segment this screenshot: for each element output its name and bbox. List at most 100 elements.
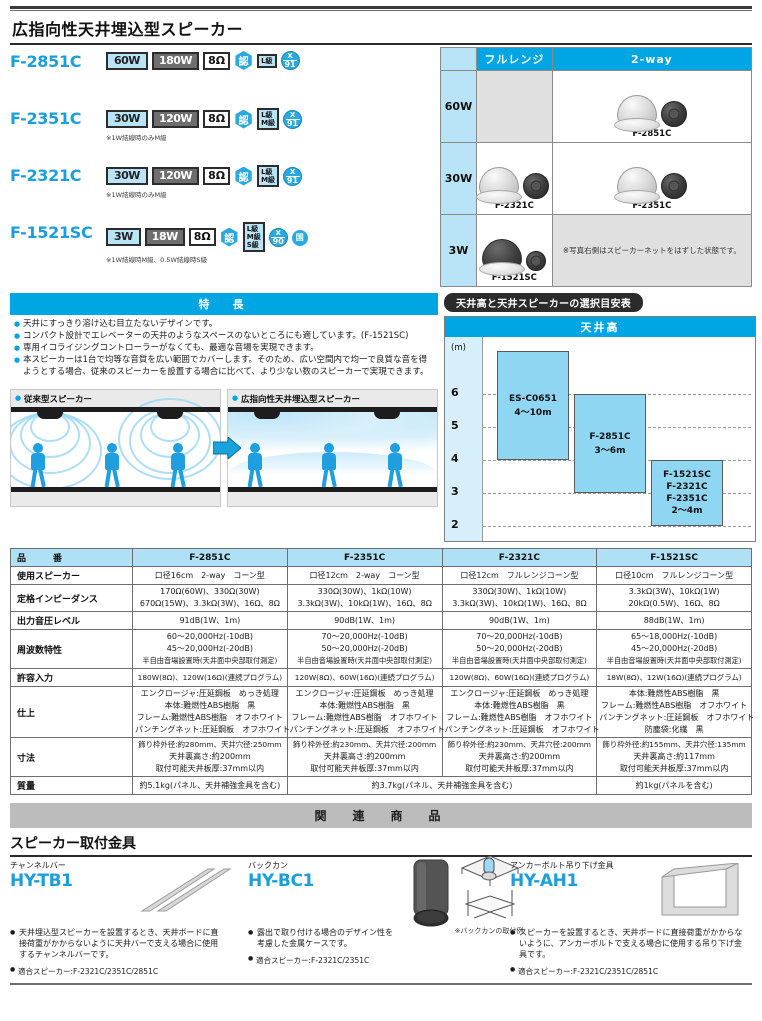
rank-badge: L級 <box>257 53 277 68</box>
model-list: F-2851C 60W 180W 8Ω 認 L級 X 91 F-2351C 30… <box>10 47 434 287</box>
chart-ytick: 5 <box>451 419 459 432</box>
rank-label: M級 <box>246 233 261 241</box>
matrix-model-name: F-2851C <box>632 129 672 139</box>
rank-label: L級 <box>261 56 273 65</box>
speaker-front-icon <box>616 95 657 129</box>
accessory-item: アンカーボルト吊り下げ金具 HY-AH1 スピーカーを設置するとき、天井ボードに… <box>510 860 752 977</box>
person-icon <box>246 442 264 487</box>
impedance-badge: 8Ω <box>203 167 231 185</box>
rated-power-badge: 30W <box>106 167 148 185</box>
matrix-row: 30W F-2321C F-2351C <box>440 142 753 215</box>
x-rating-icon: X 91 <box>280 51 300 70</box>
matrix-row: 3W F-1521SC ※写真右側はスピーカーネットをはずした状態です。 <box>440 214 753 287</box>
spec-cell: 約1kg(パネルを含む) <box>596 776 752 795</box>
accessory-fit: 適合スピーカー:F-2321C/2351C/2851C <box>510 966 752 977</box>
x-rating-top: X <box>289 110 296 119</box>
matrix-model-name: F-2351C <box>632 201 672 211</box>
model-name: F-2851C <box>10 52 82 71</box>
max-power-badge: 18W <box>144 228 185 246</box>
spec-cell: 70〜20,000Hz(-10dB) 50〜20,000Hz(-20dB) 半自由音… <box>441 629 598 669</box>
spec-row: 仕上 エンクロージャ:圧延鋼板 めっき処理 本体:難燃性ABS樹脂 黒フレーム:難… <box>10 686 754 738</box>
speaker-icon <box>374 411 400 419</box>
chart-ytick: 2 <box>451 518 459 531</box>
spec-cell: 口径12cm 2-way コーン型 <box>286 566 443 585</box>
spec-row: 定格インピーダンス 170Ω(60W)、330Ω(30W) 670Ω(15W)、3… <box>10 584 752 612</box>
max-power-badge: 120W <box>151 110 200 128</box>
person-icon <box>29 442 47 487</box>
product-matrix: フルレンジ 2-way 60W F-2851C 30W F-2321C F-23… <box>440 47 753 287</box>
rated-power-badge: 30W <box>106 110 148 128</box>
spec-row-label: 質量 <box>10 776 133 795</box>
spec-row-label: 周波数特性 <box>10 629 133 669</box>
chart-bar-label: F-1521SC <box>663 470 711 480</box>
person-icon <box>169 442 187 487</box>
spec-row-label: 使用スピーカー <box>10 566 133 585</box>
catalog-page: 広指向性天井埋込型スピーカー F-2851C 60W 180W 8Ω 認 L級 … <box>0 6 762 1021</box>
chart-box: 天井高 (m) 6 5 4 3 2 ES-C0651 4〜10m F-2851C… <box>444 316 756 542</box>
badge-group: 30W 120W 8Ω 認 L級 M級 X 91 ※1W結線時のみM級 <box>106 108 303 142</box>
matrix-row-label: 60W <box>440 70 477 143</box>
ceiling-line <box>11 406 220 412</box>
rank-label: S級 <box>246 241 259 249</box>
page-title: 広指向性天井埋込型スピーカー <box>12 20 244 39</box>
chart-gridline <box>483 526 751 527</box>
feature-item: 専用イコライジングコントローラーがなくても、最適な音場を実現できます。 <box>14 343 434 355</box>
person-icon <box>320 442 338 487</box>
speaker-back-icon <box>660 173 687 199</box>
spec-cell: エンクロージャ:圧延鋼板 めっき処理 本体:難燃性ABS樹脂 黒フレーム:難燃性A… <box>441 686 600 738</box>
ceiling-line <box>228 406 437 412</box>
accessory-description: 露出で取り付ける場合のデザイン性を考慮した金属ケースです。 <box>248 927 400 949</box>
certification-icon: 認 <box>235 166 252 186</box>
accessory-description: 天井埋込型スピーカーを設置するとき、天井ボードに直接荷重がかからないように天井バ… <box>10 927 222 960</box>
spec-cell: 330Ω(30W)、1kΩ(10W) 3.3kΩ(3W)、10kΩ(1W)、16Ω… <box>286 584 443 612</box>
speaker-photo <box>553 79 751 129</box>
matrix-col-2way: 2-way <box>551 47 753 71</box>
accessory-item: バックカン HY-BC1 露出で取り付ける場合のデザイン性を考慮した金属ケースで… <box>248 855 523 977</box>
spec-row: 寸法 飾り枠外径:約280mm、天井穴径:250mm 天井裏高さ:約200mm 取付… <box>10 737 752 777</box>
spec-cell: 約3.7kg(パネル、天井補強金具を含む) <box>286 776 598 795</box>
spec-col-header: F-1521SC <box>596 548 752 567</box>
feature-item: 天井にすっきり溶け込む目立たないデザインです。 <box>14 319 434 331</box>
comparison-panel-wide: 広指向性天井埋込型スピーカー <box>227 388 438 507</box>
chart-bar-label: F-2351C <box>666 494 708 504</box>
spec-cell: 口径16cm 2-way コーン型 <box>132 566 288 585</box>
comparison-label-right: 広指向性天井埋込型スピーカー <box>232 393 360 405</box>
spec-cell: 飾り枠外径:約280mm、天井穴径:250mm 天井裏高さ:約200mm 取付可能天… <box>132 737 288 777</box>
domestic-made-icon: 国 <box>291 229 308 246</box>
spec-row-label: 仕上 <box>10 686 133 738</box>
chart-ytick: 3 <box>451 485 459 498</box>
accessory-photo <box>10 868 248 927</box>
accessory-fit: 適合スピーカー:F-2321C/2351C/2851C <box>10 966 248 977</box>
x-rating-bottom: 91 <box>285 118 300 128</box>
spec-cell: 120W(8Ω)、60W(16Ω)(連続プログラム) <box>441 668 598 687</box>
related-products-bar: 関 連 商 品 <box>10 803 752 828</box>
certification-icon: 認 <box>221 227 238 247</box>
x-rating-top: X <box>287 52 293 60</box>
chart-bar: F-2851C 3〜6m <box>574 394 646 493</box>
x-rating-icon: X 91 <box>283 109 303 129</box>
model-name: F-2351C <box>10 109 82 128</box>
certification-icon: 認 <box>235 51 252 70</box>
spec-row: 質量 約5.1kg(パネル、天井補強金具を含む) 約3.7kg(パネル、天井補強… <box>10 776 752 795</box>
spec-cell: 口径10cm フルレンジコーン型 <box>596 566 752 585</box>
matrix-row: 60W F-2851C <box>440 70 753 143</box>
badge-note: ※1W結線時のみM級 <box>106 191 167 199</box>
rank-label: M級 <box>261 176 276 184</box>
rated-power-badge: 60W <box>106 51 148 70</box>
comparison-panel-conventional: 従来型スピーカー <box>10 388 221 507</box>
matrix-header-row: フルレンジ 2-way <box>440 47 753 71</box>
feature-item: 本スピーカーは1台で均等な音質を広い範囲でカバーします。そのため、広い空間内で均… <box>14 355 434 378</box>
speaker-front-icon <box>482 239 523 273</box>
spec-cell: 65〜18,000Hz(-10dB) 45〜20,000Hz(-20dB) 半自由音… <box>596 629 752 669</box>
top-rule <box>10 6 752 9</box>
spec-cell: 120W(8Ω)、60W(16Ω)(連続プログラム) <box>286 668 443 687</box>
spec-cell: 90dB(1W、1m) <box>286 611 443 630</box>
spec-cell: 飾り枠外径:約230mm、天井穴径:200mm 天井裏高さ:約200mm 取付可能天… <box>441 737 598 777</box>
person-icon <box>103 442 121 487</box>
accessories-grid: チャンネルバー HY-TB1 天井埋込型スピーカーを設置するとき、天井ボードに直… <box>10 855 752 977</box>
spec-cell: 330Ω(30W)、1kΩ(10W) 3.3kΩ(3W)、10kΩ(1W)、16Ω… <box>441 584 598 612</box>
arrow-right-icon <box>212 435 242 460</box>
middle-section: 特 長 天井にすっきり溶け込む目立たないデザインです。 コンパクト設計でエレベー… <box>10 293 756 542</box>
spec-cell: 170Ω(60W)、330Ω(30W) 670Ω(15W)、3.3kΩ(3W)、1… <box>132 584 288 612</box>
accessory-description: スピーカーを設置するとき、天井ボードに直接荷重がかからないように、アンカーボルト… <box>510 927 746 960</box>
